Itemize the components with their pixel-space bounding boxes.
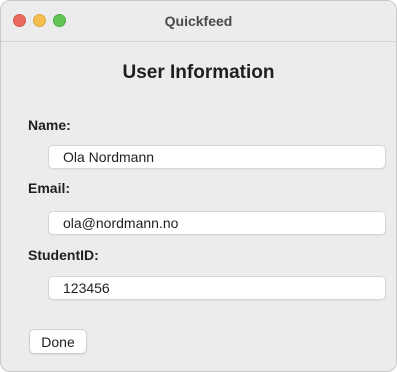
window-title: Quickfeed — [164, 13, 233, 29]
student-id-field[interactable] — [48, 276, 386, 300]
form-heading: User Information — [122, 62, 275, 83]
student-id-label: StudentID: — [28, 247, 99, 263]
name-field[interactable] — [48, 145, 386, 169]
done-button[interactable]: Done — [29, 329, 87, 354]
app-window: Quickfeed User Information Name: Email: … — [0, 0, 397, 372]
user-information-form: User Information Name: Email: StudentID:… — [1, 42, 396, 371]
title-bar[interactable]: Quickfeed — [1, 1, 396, 42]
email-label: Email: — [28, 180, 71, 196]
name-label: Name: — [28, 117, 71, 133]
email-field[interactable] — [48, 211, 386, 235]
